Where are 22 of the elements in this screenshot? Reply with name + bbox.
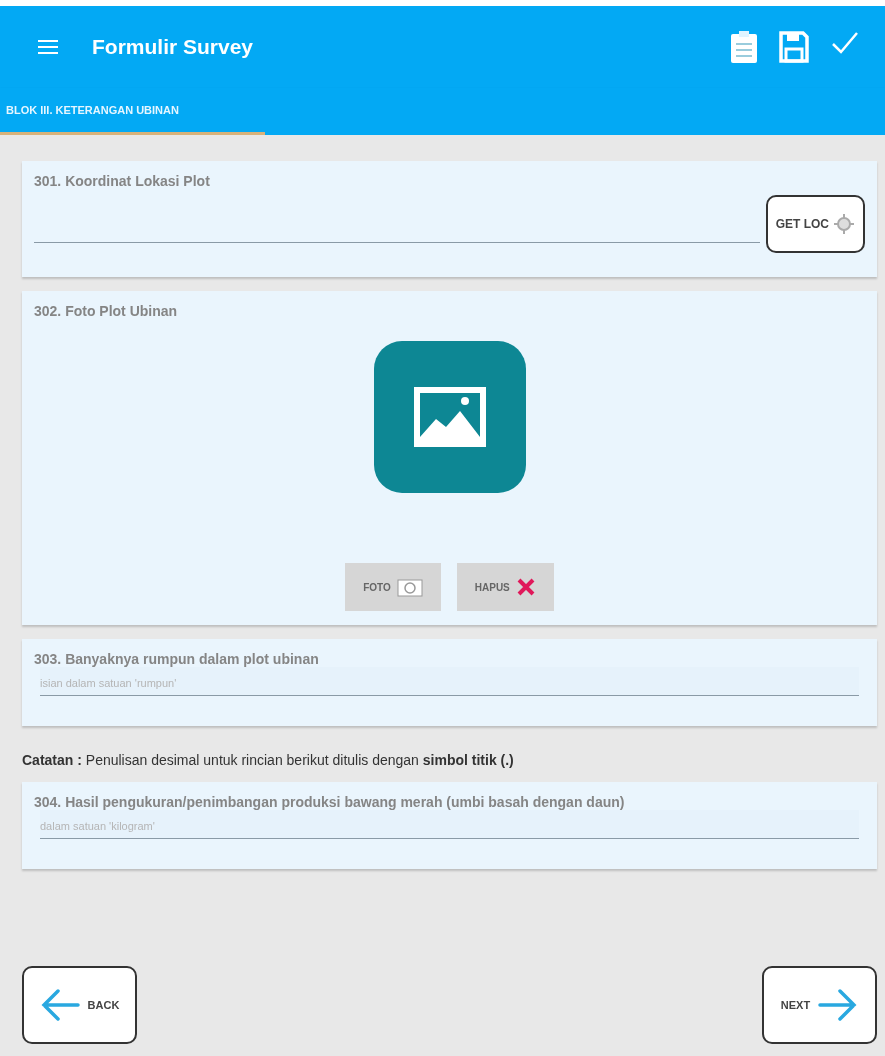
clipboard-icon[interactable] <box>731 31 757 63</box>
image-placeholder-icon <box>373 341 526 493</box>
photo-button[interactable]: FOTO <box>345 563 441 611</box>
arrow-right-icon <box>818 988 859 1022</box>
camera-icon <box>396 577 423 597</box>
get-location-button[interactable]: GET LOC <box>765 195 865 253</box>
crosshair-icon <box>833 213 855 235</box>
input-field[interactable]: dalam satuan 'kilogram' <box>40 810 859 839</box>
question-label: 302. Foto Plot Ubinan <box>34 303 179 319</box>
back-button[interactable]: BACK <box>22 966 137 1044</box>
input-field[interactable]: isian dalam satuan 'rumpun' <box>40 667 859 696</box>
close-icon <box>515 577 536 597</box>
menu-icon[interactable] <box>38 40 58 54</box>
app-title: Formulir Survey <box>92 35 255 59</box>
question-label: 303. Banyaknya rumpun dalam plot ubinan <box>34 651 320 667</box>
question-label: 301. Koordinat Lokasi Plot <box>34 173 211 189</box>
question-label: 304. Hasil pengukuran/penimbangan produksi bawang merah (umbi basah dengan daun) <box>34 794 626 810</box>
arrow-left-icon <box>39 988 80 1022</box>
save-icon[interactable] <box>779 31 809 63</box>
note-text: Catatan : Penulisan desimal untuk rincian berikut ditulis dengan simbol titik (.) <box>22 751 515 768</box>
next-button[interactable]: NEXT <box>762 966 877 1044</box>
delete-button[interactable]: HAPUS <box>456 563 554 611</box>
